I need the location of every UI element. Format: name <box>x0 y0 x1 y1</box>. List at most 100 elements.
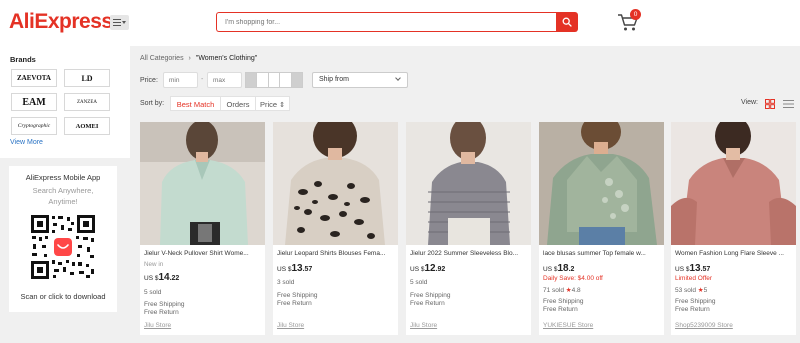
price-decimal: .92 <box>435 266 446 273</box>
product-image[interactable] <box>539 122 664 245</box>
search-input[interactable] <box>216 12 556 32</box>
store-link[interactable]: Shop5239009 Store <box>675 322 733 329</box>
view-more-link[interactable]: View More <box>10 139 43 146</box>
brand-label: AOMEI <box>75 122 99 130</box>
product-card[interactable]: Jielur 2022 Summer Sleeveless Blo... US … <box>406 122 531 335</box>
grid-view-icon[interactable] <box>765 99 775 109</box>
price-filter-label: Price: <box>140 77 158 84</box>
store-link[interactable]: Jilu Store <box>277 322 304 329</box>
app-subtitle: Search Anywhere, Anytime! <box>9 185 117 207</box>
preset-segment[interactable] <box>290 72 304 88</box>
sort-price-label: Price <box>259 100 278 109</box>
product-title[interactable]: Women Fashion Long Flare Sleeve ... <box>675 250 792 257</box>
brand-logo-zanzea[interactable]: ZANZEA <box>64 93 110 111</box>
brand-logo-aomei[interactable]: AOMEI <box>64 117 110 135</box>
brand-logo-eam[interactable]: EAM <box>11 93 57 111</box>
store-link[interactable]: YUKIESUE Store <box>543 322 593 329</box>
store-link[interactable]: Jilu Store <box>144 322 171 329</box>
product-title[interactable]: Jielur V-Neck Pullover Shirt Wome... <box>144 250 261 257</box>
product-title[interactable]: Jielur Leopard Shirts Blouses Fema... <box>277 250 394 257</box>
price-integer: 13 <box>291 263 303 274</box>
price-integer: 14 <box>158 272 170 283</box>
product-card[interactable]: Jielur V-Neck Pullover Shirt Wome... New… <box>140 122 265 335</box>
category-menu-button[interactable] <box>110 15 129 30</box>
return-info: Free Return <box>277 300 312 307</box>
return-info: Free Return <box>410 300 445 307</box>
product-image[interactable] <box>406 122 531 245</box>
product-card[interactable]: Women Fashion Long Flare Sleeve ... US $… <box>671 122 796 335</box>
price-integer: 12 <box>424 263 436 274</box>
product-price: US $13.57 <box>675 263 710 274</box>
price-range-dash: - <box>201 76 204 83</box>
sold-count: 71 sold <box>543 287 564 294</box>
rating-value: 5 <box>703 287 708 294</box>
product-card[interactable]: lace blusas summer Top female w... US $1… <box>539 122 664 335</box>
product-price: US $12.92 <box>410 263 445 274</box>
product-title[interactable]: lace blusas summer Top female w... <box>543 250 660 257</box>
return-info: Free Return <box>543 306 578 313</box>
sold-count: 5 sold <box>144 289 162 296</box>
product-image[interactable] <box>140 122 265 245</box>
brand-label: LD <box>81 73 93 83</box>
price-range-presets[interactable] <box>245 72 304 88</box>
search-icon <box>562 17 572 27</box>
price-currency: US $ <box>543 266 558 273</box>
product-price: US $13.57 <box>277 263 312 274</box>
preset-segment[interactable] <box>245 72 257 88</box>
top-header: AliExpress 0 <box>0 0 800 46</box>
brand-logo-ld[interactable]: LD <box>64 69 110 87</box>
store-link[interactable]: Jilu Store <box>410 322 437 329</box>
product-image[interactable] <box>273 122 398 245</box>
brand-logo-cryptographic[interactable]: Cryptographic <box>11 117 57 135</box>
product-image[interactable] <box>671 122 796 245</box>
breadcrumb: All Categories › "Women's Clothing" <box>140 55 257 62</box>
price-decimal: .57 <box>700 266 711 273</box>
preset-segment[interactable] <box>256 72 268 88</box>
brand-logo-zaevota[interactable]: ZAEVOTA <box>11 69 57 87</box>
sort-arrows-icon: ⇕ <box>279 102 286 109</box>
list-view-icon[interactable] <box>783 99 794 109</box>
rating-value: 4.8 <box>571 287 581 294</box>
aliexpress-logo[interactable]: AliExpress <box>9 10 113 34</box>
sort-best-match[interactable]: Best Match <box>170 96 221 111</box>
return-info: Free Return <box>675 306 710 313</box>
product-card[interactable]: Jielur Leopard Shirts Blouses Fema... US… <box>273 122 398 335</box>
ship-from-label: Ship from <box>319 76 349 83</box>
price-min-input[interactable] <box>163 72 198 88</box>
preset-segment[interactable] <box>267 72 280 88</box>
price-currency: US $ <box>675 266 690 273</box>
price-currency: US $ <box>144 275 159 282</box>
ship-from-dropdown[interactable]: Ship from <box>312 72 408 88</box>
sort-orders[interactable]: Orders <box>220 96 256 111</box>
app-subtitle-line-2: Anytime! <box>48 197 78 206</box>
price-currency: US $ <box>410 266 425 273</box>
price-decimal: .22 <box>169 275 180 282</box>
price-max-input[interactable] <box>207 72 242 88</box>
price-integer: 18 <box>557 263 569 274</box>
breadcrumb-separator: › <box>188 55 191 62</box>
product-title[interactable]: Jielur 2022 Summer Sleeveless Blo... <box>410 250 527 257</box>
menu-icon <box>113 19 121 26</box>
shipping-info: Free Shipping <box>277 292 318 299</box>
breadcrumb-root[interactable]: All Categories <box>140 55 184 62</box>
shipping-info: Free Shipping <box>543 298 584 305</box>
sold-count: 53 sold <box>675 287 696 294</box>
qr-code[interactable] <box>30 214 96 280</box>
sort-price[interactable]: Price ⇕ <box>255 96 290 111</box>
shipping-info: Free Shipping <box>410 292 451 299</box>
product-price: US $18.2 <box>543 263 574 274</box>
app-subtitle-line-1: Search Anywhere, <box>32 186 94 195</box>
preset-segment[interactable] <box>279 72 291 88</box>
search-button[interactable] <box>556 12 578 32</box>
breadcrumb-current: "Women's Clothing" <box>195 55 258 62</box>
brand-label: ZAEVOTA <box>17 74 51 82</box>
product-tag: New in <box>144 261 164 268</box>
view-label: View: <box>741 99 758 106</box>
shipping-info: Free Shipping <box>675 298 716 305</box>
sold-rating: 71 sold ★4.8 <box>543 286 581 294</box>
product-price: US $14.22 <box>144 272 179 283</box>
promo-text: Daily Save: $4.00 off <box>543 275 603 282</box>
app-download-cta[interactable]: Scan or click to download <box>9 292 117 301</box>
shipping-info: Free Shipping <box>144 301 185 308</box>
sort-label: Sort by: <box>140 100 165 107</box>
